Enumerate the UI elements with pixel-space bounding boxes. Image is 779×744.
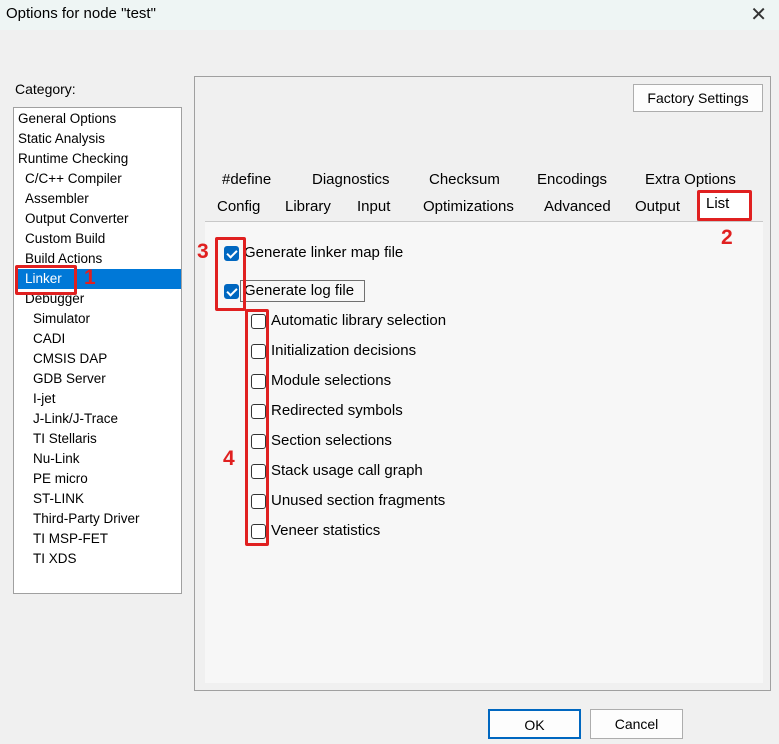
annotation-box-1 [15, 265, 77, 295]
tab-encodings[interactable]: Encodings [537, 171, 607, 188]
tab-define[interactable]: #define [222, 171, 271, 188]
cancel-button[interactable]: Cancel [590, 709, 683, 739]
category-item-cpp-compiler[interactable]: C/C++ Compiler [25, 169, 181, 189]
automatic-library-selection-label: Automatic library selection [271, 312, 447, 329]
category-item-assembler[interactable]: Assembler [25, 189, 181, 209]
category-item-output-converter[interactable]: Output Converter [25, 209, 181, 229]
category-item-i-jet[interactable]: I-jet [33, 389, 181, 409]
category-item-pe-micro[interactable]: PE micro [33, 469, 181, 489]
category-item-ti-xds[interactable]: TI XDS [33, 549, 181, 569]
category-item-jlink-jtrace[interactable]: J-Link/J-Trace [33, 409, 181, 429]
module-selections-label: Module selections [271, 372, 392, 389]
annotation-number-4: 4 [223, 447, 235, 470]
category-item-cmsis-dap[interactable]: CMSIS DAP [33, 349, 181, 369]
category-item-custom-build[interactable]: Custom Build [25, 229, 181, 249]
category-item-nu-link[interactable]: Nu-Link [33, 449, 181, 469]
annotation-box-3 [215, 237, 246, 311]
category-item-simulator[interactable]: Simulator [33, 309, 181, 329]
category-label: Category: [15, 81, 76, 97]
veneer-statistics-label: Veneer statistics [271, 522, 381, 539]
category-item-st-link[interactable]: ST-LINK [33, 489, 181, 509]
unused-section-fragments-label: Unused section fragments [271, 492, 446, 509]
redirected-symbols-label: Redirected symbols [271, 402, 403, 419]
initialization-decisions-label: Initialization decisions [271, 342, 417, 359]
category-item-runtime-checking[interactable]: Runtime Checking [18, 149, 181, 169]
tab-extra-options[interactable]: Extra Options [645, 171, 736, 188]
tab-config[interactable]: Config [217, 198, 260, 215]
annotation-box-4 [245, 309, 269, 546]
annotation-number-3: 3 [197, 240, 209, 263]
category-item-ti-stellaris[interactable]: TI Stellaris [33, 429, 181, 449]
tab-input[interactable]: Input [357, 198, 390, 215]
generate-log-label: Generate log file [244, 282, 355, 299]
category-item-general-options[interactable]: General Options [18, 109, 181, 129]
stack-usage-call-graph-label: Stack usage call graph [271, 462, 423, 479]
annotation-number-2: 2 [721, 226, 733, 249]
tab-checksum[interactable]: Checksum [429, 171, 500, 188]
tab-optimizations[interactable]: Optimizations [423, 198, 514, 215]
category-item-gdb-server[interactable]: GDB Server [33, 369, 181, 389]
ok-button[interactable]: OK [488, 709, 581, 739]
section-selections-label: Section selections [271, 432, 392, 449]
category-item-cadi[interactable]: CADI [33, 329, 181, 349]
title-bar: Options for node "test" ✕ [0, 0, 779, 30]
window-title: Options for node "test" [6, 5, 156, 22]
tab-output[interactable]: Output [635, 198, 680, 215]
factory-settings-button[interactable]: Factory Settings [633, 84, 763, 112]
generate-map-label: Generate linker map file [244, 244, 404, 261]
category-list: General Options Static Analysis Runtime … [13, 107, 182, 594]
category-item-third-party-driver[interactable]: Third-Party Driver [33, 509, 181, 529]
tab-advanced[interactable]: Advanced [544, 198, 611, 215]
tab-library[interactable]: Library [285, 198, 331, 215]
annotation-box-2 [697, 190, 752, 221]
category-item-static-analysis[interactable]: Static Analysis [18, 129, 181, 149]
tab-diagnostics[interactable]: Diagnostics [312, 171, 390, 188]
close-icon[interactable]: ✕ [750, 2, 767, 27]
annotation-number-1: 1 [84, 266, 96, 289]
category-item-ti-msp-fet[interactable]: TI MSP-FET [33, 529, 181, 549]
